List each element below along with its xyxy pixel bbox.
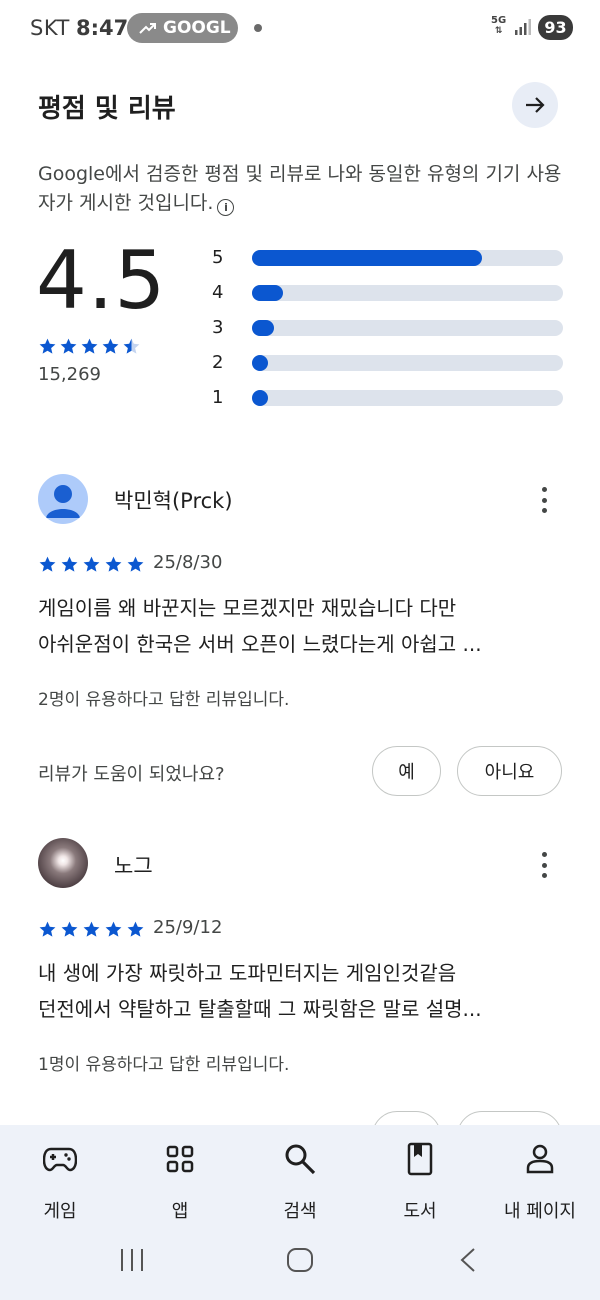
rating-bar-label: 3 [212,317,224,338]
see-all-ratings-button[interactable] [512,82,558,128]
rating-bar-row: 2 [208,345,564,380]
nav-item-games[interactable]: 게임 [5,1139,115,1223]
arrow-right-icon [526,97,545,113]
star-icon [123,338,140,354]
rating-distribution: 5 4 3 2 1 [208,240,564,415]
back-icon[interactable] [456,1245,480,1275]
gamepad-icon [43,1147,77,1172]
person-icon [526,1144,554,1174]
trending-up-icon [139,23,156,34]
star-icon [61,921,78,937]
rating-bar-label: 1 [212,387,224,408]
nav-item-search[interactable]: 검색 [245,1139,355,1223]
star-icon [81,338,98,354]
signal-strength-icon [515,19,531,35]
network-label: 5G [491,15,507,26]
review-text[interactable]: 게임이름 왜 바꾼지는 모르겠지만 재밌습니다 다만 아쉬운점이 한국은 서버 … [38,590,568,662]
rating-bar-row: 3 [208,310,564,345]
rating-bar-track [252,354,563,371]
rating-bar-track [252,319,563,336]
rating-bar-label: 2 [212,352,224,373]
helpful-count: 2명이 유용하다고 답한 리뷰입니다. [38,690,290,710]
nav-label: 앱 [171,1201,189,1222]
avatar [38,474,88,524]
stock-ticker-chip[interactable]: GOOGL [127,13,238,43]
nav-item-books[interactable]: 도서 [365,1139,475,1223]
book-icon [407,1142,433,1176]
average-stars [38,337,141,356]
ratings-description: Google에서 검증한 평점 및 리뷰로 나와 동일한 유형의 기기 사용자가… [38,160,568,218]
star-icon [39,556,56,572]
system-navigation-bar [0,1225,600,1300]
avatar [38,838,88,888]
clock: 8:47 [76,16,129,40]
apps-grid-icon [166,1145,194,1173]
helpful-count: 1명이 유용하다고 답한 리뷰입니다. [38,1055,290,1075]
review-text-line: 던전에서 약탈하고 탈출할때 그 짜릿함은 말로 설명... [38,997,482,1021]
average-rating: 4.5 [36,234,167,327]
review-stars [38,555,145,574]
search-icon [285,1144,316,1175]
battery-indicator: 93 [538,15,573,40]
rating-bar-fill [252,284,284,301]
helpful-question: 리뷰가 도움이 되었나요? [38,764,225,785]
review-date: 25/8/30 [153,552,223,573]
rating-bar-label: 5 [212,247,224,268]
recent-apps-icon[interactable] [118,1245,146,1275]
review-text-line: 아쉬운점이 한국은 서버 오픈이 느렸다는게 아쉽고 ... [38,632,482,656]
review-text[interactable]: 내 생에 가장 짜릿하고 도파민터지는 게임인것같음 던전에서 약탈하고 탈출할… [38,955,568,1027]
carrier-label: SKT [30,16,70,40]
star-icon [61,556,78,572]
network-type: 5G ⇅ [491,15,507,37]
notification-dot-icon [254,24,262,32]
more-options-icon[interactable] [532,850,556,880]
star-icon [60,338,77,354]
rating-bar-row: 4 [208,275,564,310]
rating-bar-fill [252,319,274,336]
rating-bar-fill [252,249,483,266]
description-text: Google에서 검증한 평점 및 리뷰로 나와 동일한 유형의 기기 사용자가… [38,163,562,214]
section-title: 평점 및 리뷰 [38,94,176,124]
status-bar: SKT 8:47 GOOGL 5G ⇅ 93 [0,0,600,56]
rating-count: 15,269 [38,364,101,385]
nav-label: 검색 [283,1201,317,1222]
ticker-label: GOOGL [163,18,231,38]
review-date: 25/9/12 [153,917,223,938]
rating-bar-fill [252,354,268,371]
nav-label: 게임 [43,1201,77,1222]
helpful-no-button[interactable]: 아니요 [457,746,562,796]
nav-item-my-page[interactable]: 내 페이지 [485,1139,595,1223]
star-icon [105,556,122,572]
helpful-yes-button[interactable]: 예 [372,746,441,796]
default-avatar-icon [46,485,80,518]
rating-bar-label: 4 [212,282,224,303]
nav-label: 도서 [403,1201,437,1222]
star-icon [39,921,56,937]
more-options-icon[interactable] [532,485,556,515]
rating-bar-track [252,389,563,406]
reviewer-name: 박민혁(Prck) [114,489,233,513]
info-icon[interactable]: i [217,199,235,216]
rating-bar-fill [252,389,268,406]
star-icon [102,338,119,354]
star-icon [127,556,144,572]
review-text-line: 내 생에 가장 짜릿하고 도파민터지는 게임인것같음 [38,961,457,985]
review-stars [38,920,145,939]
star-icon [39,338,56,354]
star-icon [105,921,122,937]
reviewer-name: 노그 [114,854,153,878]
review-text-line: 게임이름 왜 바꾼지는 모르겠지만 재밌습니다 다만 [38,596,457,620]
rating-bar-track [252,249,563,266]
nav-item-apps[interactable]: 앱 [125,1139,235,1223]
rating-bar-track [252,284,563,301]
rating-bar-row: 1 [208,380,564,415]
star-icon [127,921,144,937]
home-icon[interactable] [286,1245,314,1275]
star-icon [83,556,100,572]
rating-bar-row: 5 [208,240,564,275]
nav-label: 내 페이지 [504,1201,576,1222]
star-icon [83,921,100,937]
